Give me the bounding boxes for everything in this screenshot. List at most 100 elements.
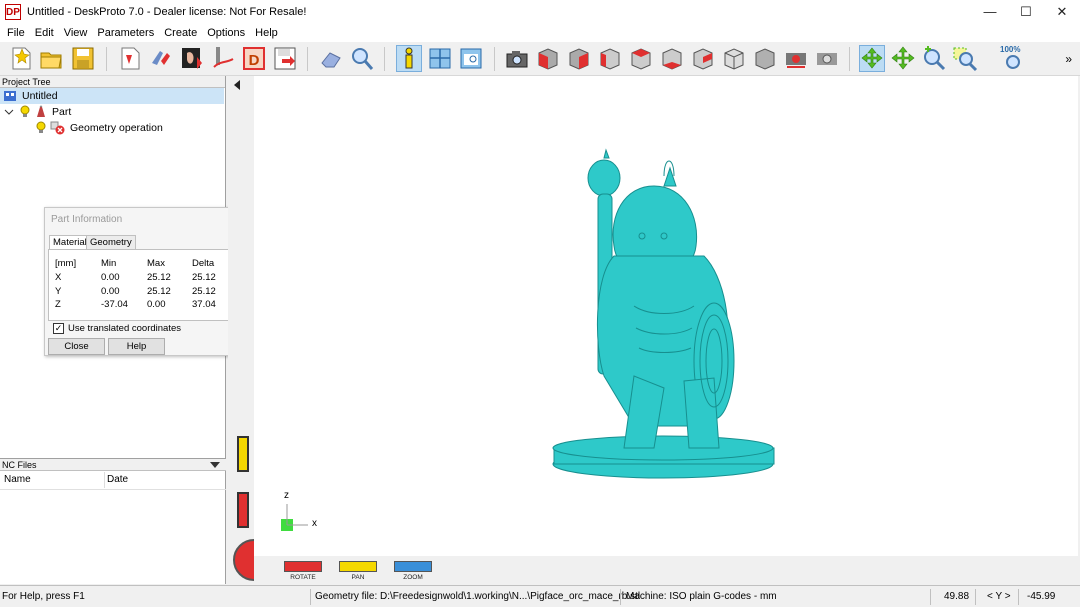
menu-help[interactable]: Help xyxy=(250,27,283,39)
export-button[interactable] xyxy=(272,45,298,72)
translated-coords-row[interactable]: ✓ Use translated coordinates xyxy=(53,323,181,334)
part-parameters-button[interactable] xyxy=(148,45,174,72)
open-project-button[interactable] xyxy=(38,45,64,72)
project-tree-header: Project Tree xyxy=(0,76,225,88)
nc-column-date[interactable]: Date xyxy=(107,472,128,488)
axis-label-z: z xyxy=(284,490,289,501)
eraser-button[interactable] xyxy=(318,45,344,72)
render-button[interactable] xyxy=(814,45,840,72)
maximize-button[interactable]: ☐ xyxy=(1008,0,1044,24)
nc-files-header: NC Files xyxy=(0,458,226,471)
close-button[interactable]: Close xyxy=(48,338,105,355)
pan-mode-button[interactable] xyxy=(890,45,916,72)
status-machine: Machine: ISO plain G-codes - mm xyxy=(626,591,777,602)
collapse-arrow-icon[interactable] xyxy=(234,80,242,90)
grid-x-max: 25.12 xyxy=(147,272,171,283)
view-control-strip xyxy=(228,76,275,584)
menu-options[interactable]: Options xyxy=(202,27,250,39)
view-left-button[interactable] xyxy=(597,45,623,72)
model-render xyxy=(281,148,775,531)
geometry-icon xyxy=(182,48,202,69)
lightbulb-icon[interactable] xyxy=(19,105,31,119)
nc-column-name[interactable]: Name xyxy=(4,472,31,488)
zoom-100-label: 100% xyxy=(1000,45,1021,54)
tree-item-part[interactable]: Part xyxy=(4,104,71,120)
render-camera-icon xyxy=(817,53,837,65)
status-help-text: For Help, press F1 xyxy=(2,591,85,602)
grid-y-max: 25.12 xyxy=(147,286,171,297)
search-geometry-button[interactable] xyxy=(349,45,375,72)
save-project-button[interactable] xyxy=(70,45,96,72)
tree-label-geometry-operation: Geometry operation xyxy=(70,122,163,134)
menu-edit[interactable]: Edit xyxy=(30,27,59,39)
grid-axis-x: X xyxy=(55,272,62,283)
dialog-title: Part Information xyxy=(51,214,123,225)
toolbar-overflow-chevron[interactable]: » xyxy=(1065,52,1072,66)
import-geometry-button[interactable] xyxy=(117,45,143,72)
lightbulb-icon[interactable] xyxy=(35,121,47,135)
zoom-slider[interactable] xyxy=(394,561,432,572)
split-view-button[interactable] xyxy=(427,45,453,72)
dialog-d-button[interactable]: D xyxy=(241,45,267,72)
view-front-button[interactable] xyxy=(535,45,561,72)
view-solid-button[interactable] xyxy=(752,45,778,72)
translated-coords-label: Use translated coordinates xyxy=(68,323,182,334)
rotate-slider[interactable] xyxy=(284,561,322,572)
rotate-arrows-icon xyxy=(861,47,883,69)
zoom-window-button[interactable] xyxy=(458,45,484,72)
tree-label-project: Untitled xyxy=(22,90,58,102)
tab-geometry[interactable]: Geometry xyxy=(86,235,136,249)
zoom-100-button[interactable]: 100% xyxy=(1000,45,1026,72)
nc-files-title: NC Files xyxy=(2,460,37,470)
menu-parameters[interactable]: Parameters xyxy=(92,27,159,39)
part-information-dialog: Part Information Material Geometry [mm] … xyxy=(44,207,245,356)
tree-item-geometry-operation[interactable]: Geometry operation xyxy=(35,120,163,136)
menu-view[interactable]: View xyxy=(59,27,93,39)
menu-file[interactable]: File xyxy=(2,27,30,39)
status-geometry-file: Geometry file: D:\Freedesignwold\1.worki… xyxy=(315,591,641,602)
project-icon xyxy=(4,91,16,101)
dropdown-arrow-icon[interactable] xyxy=(210,461,220,469)
toolpath-button[interactable] xyxy=(210,45,236,72)
zoom-in-button[interactable] xyxy=(921,45,947,72)
toolpath-icon xyxy=(213,47,234,68)
view-back-button[interactable] xyxy=(690,45,716,72)
camera-view-button[interactable] xyxy=(504,45,530,72)
rotate-mode-button[interactable] xyxy=(859,45,885,72)
zoom-box-button[interactable] xyxy=(952,45,978,72)
screenshot-button[interactable] xyxy=(783,45,809,72)
status-coord-b: -45.99 xyxy=(1027,591,1056,602)
view-right-button[interactable] xyxy=(566,45,592,72)
grid-header-unit: [mm] xyxy=(55,258,77,269)
grid-header-delta: Delta xyxy=(192,258,215,269)
save-disk-icon xyxy=(72,47,94,70)
chevron-down-icon[interactable] xyxy=(4,105,14,119)
close-window-button[interactable]: ✕ xyxy=(1044,0,1080,24)
dimensions-grid: [mm] Min Max Delta X 0.00 25.12 25.12 Y … xyxy=(48,249,241,321)
axis-label-x: x xyxy=(312,518,317,529)
menu-create[interactable]: Create xyxy=(159,27,202,39)
new-project-button[interactable] xyxy=(8,45,34,72)
view-bottom-button[interactable] xyxy=(659,45,685,72)
part-wizard-icon xyxy=(152,51,170,65)
zoom-slider-vertical[interactable] xyxy=(237,492,249,528)
part-info-button[interactable] xyxy=(396,45,422,72)
tab-material[interactable]: Material xyxy=(49,235,91,250)
svg-text:D: D xyxy=(249,52,260,69)
tree-label-part: Part xyxy=(52,106,72,118)
geometry-view-button[interactable] xyxy=(179,45,205,72)
grid-x-delta: 25.12 xyxy=(192,272,216,283)
rotate-label: ROTATE xyxy=(290,574,316,581)
magnifier-icon xyxy=(352,48,374,70)
tree-item-project[interactable]: Untitled xyxy=(0,88,224,104)
minimize-button[interactable]: — xyxy=(972,0,1008,24)
pan-slider-vertical[interactable] xyxy=(237,436,249,472)
view-iso-button[interactable] xyxy=(721,45,747,72)
camera-icon xyxy=(506,51,528,68)
translated-coords-checkbox[interactable]: ✓ xyxy=(53,323,64,334)
bottom-control-strip: ROTATE PAN ZOOM xyxy=(254,556,1080,584)
3d-viewport[interactable]: z x xyxy=(254,76,1078,556)
pan-slider[interactable] xyxy=(339,561,377,572)
help-button[interactable]: Help xyxy=(108,338,165,355)
view-top-button[interactable] xyxy=(628,45,654,72)
